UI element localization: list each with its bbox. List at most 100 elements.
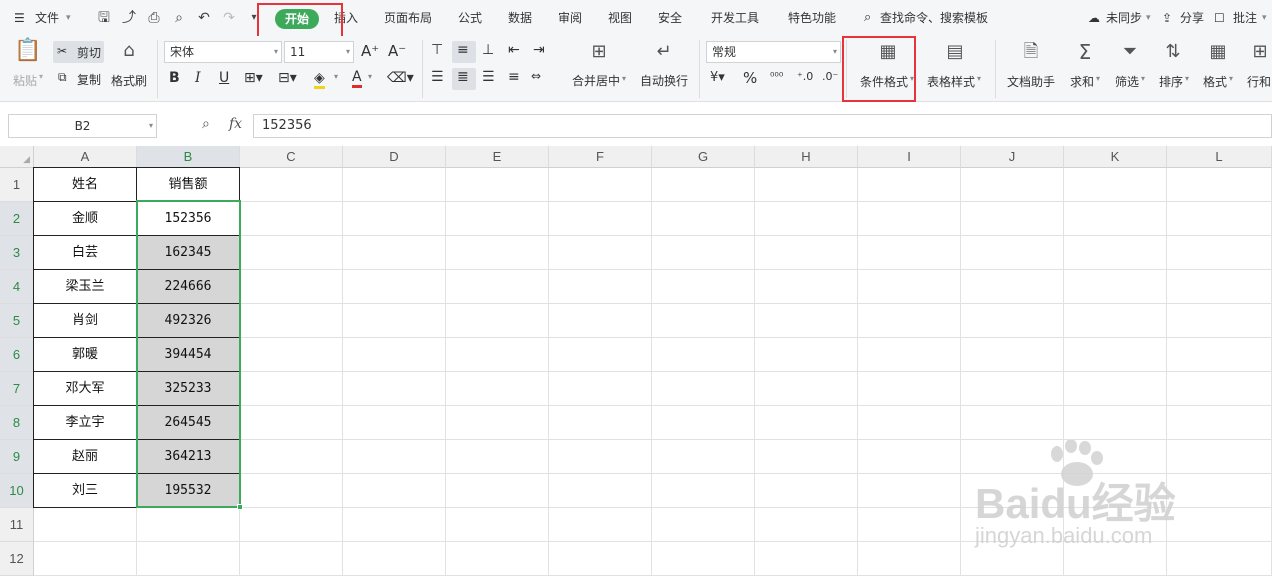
cell-e1[interactable] bbox=[446, 168, 549, 202]
cell-j1[interactable] bbox=[961, 168, 1064, 202]
column-header-a[interactable]: A bbox=[34, 146, 137, 168]
cell-k8[interactable] bbox=[1064, 406, 1167, 440]
share-button[interactable]: 分享 bbox=[1180, 0, 1204, 36]
cell-i12[interactable] bbox=[858, 542, 961, 576]
tab-formulas[interactable]: 公式 bbox=[458, 0, 482, 36]
chevron-down-icon[interactable]: ▾ bbox=[977, 74, 981, 83]
borders-icon[interactable]: ⊞▾ bbox=[244, 70, 263, 86]
chevron-down-icon[interactable]: ▾ bbox=[334, 72, 338, 81]
cell-f2[interactable] bbox=[549, 202, 652, 236]
cell-a2[interactable]: 金顺 bbox=[33, 201, 137, 236]
align-center-icon[interactable]: ≣ bbox=[457, 69, 469, 85]
font-size-select[interactable]: 11 ▾ bbox=[284, 41, 354, 63]
search-command[interactable]: 查找命令、搜索模板 bbox=[880, 0, 988, 36]
cell-e2[interactable] bbox=[446, 202, 549, 236]
copy-icon[interactable]: ⧉ bbox=[58, 70, 67, 85]
cell-f9[interactable] bbox=[549, 440, 652, 474]
cell-a9[interactable]: 赵丽 bbox=[33, 439, 137, 474]
cell-k7[interactable] bbox=[1064, 372, 1167, 406]
merge-center-button[interactable]: 合并居中 bbox=[572, 72, 620, 89]
paste-icon[interactable]: 📋 bbox=[14, 40, 42, 62]
cell-h11[interactable] bbox=[755, 508, 858, 542]
fill-handle[interactable] bbox=[237, 504, 243, 510]
sync-status[interactable]: 未同步 bbox=[1106, 0, 1142, 36]
italic-icon[interactable]: I bbox=[195, 70, 201, 86]
cell-g2[interactable] bbox=[652, 202, 755, 236]
sum-icon[interactable]: Σ bbox=[1072, 42, 1098, 62]
menu-icon[interactable]: ☰ bbox=[14, 0, 25, 36]
row-col-button[interactable]: 行和 bbox=[1247, 73, 1271, 90]
cell-b3[interactable]: 162345 bbox=[136, 235, 240, 270]
cell-g1[interactable] bbox=[652, 168, 755, 202]
currency-icon[interactable]: ¥▾ bbox=[710, 70, 725, 85]
cell-a1[interactable]: 姓名 bbox=[33, 167, 137, 202]
cell-i8[interactable] bbox=[858, 406, 961, 440]
cell-h5[interactable] bbox=[755, 304, 858, 338]
sort-icon[interactable]: ⇅ bbox=[1160, 43, 1186, 61]
tab-page-layout[interactable]: 页面布局 bbox=[384, 0, 432, 36]
doc-helper-icon[interactable]: 🗎 bbox=[1018, 43, 1044, 61]
merge-cells-icon[interactable]: ⊞ bbox=[586, 43, 612, 61]
justify-icon[interactable]: ≡ bbox=[508, 69, 520, 85]
cell-i6[interactable] bbox=[858, 338, 961, 372]
cell-i10[interactable] bbox=[858, 474, 961, 508]
thousands-icon[interactable]: ⁰⁰⁰ bbox=[770, 70, 783, 83]
sort-button[interactable]: 排序 bbox=[1159, 73, 1183, 90]
redo-icon[interactable]: ↷ bbox=[221, 10, 237, 26]
row-header-9[interactable]: 9 bbox=[0, 440, 34, 474]
copy-button[interactable]: 复制 bbox=[77, 71, 101, 88]
select-all-corner[interactable]: ◢ bbox=[0, 146, 34, 168]
cell-i5[interactable] bbox=[858, 304, 961, 338]
increase-font-icon[interactable]: A⁺ bbox=[361, 42, 379, 60]
cell-d1[interactable] bbox=[343, 168, 446, 202]
cell-l3[interactable] bbox=[1167, 236, 1272, 270]
undo-icon[interactable]: ↶ bbox=[196, 10, 212, 26]
cell-f4[interactable] bbox=[549, 270, 652, 304]
cell-c4[interactable] bbox=[240, 270, 343, 304]
doc-helper-button[interactable]: 文档助手 bbox=[1007, 73, 1055, 90]
column-header-c[interactable]: C bbox=[240, 146, 343, 168]
clear-format-icon[interactable]: ⌫▾ bbox=[387, 70, 414, 86]
cell-j2[interactable] bbox=[961, 202, 1064, 236]
table-style-button[interactable]: 表格样式 bbox=[927, 73, 975, 90]
cell-e11[interactable] bbox=[446, 508, 549, 542]
column-header-e[interactable]: E bbox=[446, 146, 549, 168]
align-bottom-icon[interactable]: ⊥ bbox=[482, 42, 494, 58]
cell-j7[interactable] bbox=[961, 372, 1064, 406]
cell-b12[interactable] bbox=[137, 542, 240, 576]
row-header-5[interactable]: 5 bbox=[0, 304, 34, 338]
column-header-h[interactable]: H bbox=[755, 146, 858, 168]
row-header-2[interactable]: 2 bbox=[0, 202, 34, 236]
cell-a5[interactable]: 肖剑 bbox=[33, 303, 137, 338]
cell-g12[interactable] bbox=[652, 542, 755, 576]
cell-d10[interactable] bbox=[343, 474, 446, 508]
format-button[interactable]: 格式 bbox=[1203, 73, 1227, 90]
cell-f11[interactable] bbox=[549, 508, 652, 542]
number-format-select[interactable]: 常规 ▾ bbox=[706, 41, 841, 63]
save-icon[interactable]: 🖫 bbox=[96, 10, 112, 26]
cell-j4[interactable] bbox=[961, 270, 1064, 304]
cell-h9[interactable] bbox=[755, 440, 858, 474]
cell-e9[interactable] bbox=[446, 440, 549, 474]
cell-e5[interactable] bbox=[446, 304, 549, 338]
cell-a12[interactable] bbox=[34, 542, 137, 576]
cell-e7[interactable] bbox=[446, 372, 549, 406]
cell-d12[interactable] bbox=[343, 542, 446, 576]
cell-h10[interactable] bbox=[755, 474, 858, 508]
filter-icon[interactable]: ⏷ bbox=[1117, 43, 1143, 61]
cell-a4[interactable]: 梁玉兰 bbox=[33, 269, 137, 304]
cell-h3[interactable] bbox=[755, 236, 858, 270]
tab-data[interactable]: 数据 bbox=[508, 0, 532, 36]
chevron-down-icon[interactable]: ▾ bbox=[1146, 0, 1151, 36]
cell-g9[interactable] bbox=[652, 440, 755, 474]
cell-h12[interactable] bbox=[755, 542, 858, 576]
cell-i1[interactable] bbox=[858, 168, 961, 202]
tab-developer[interactable]: 开发工具 bbox=[711, 0, 759, 36]
row-header-3[interactable]: 3 bbox=[0, 236, 34, 270]
cell-l5[interactable] bbox=[1167, 304, 1272, 338]
cell-c9[interactable] bbox=[240, 440, 343, 474]
row-header-1[interactable]: 1 bbox=[0, 168, 34, 202]
cell-l4[interactable] bbox=[1167, 270, 1272, 304]
cell-a8[interactable]: 李立宇 bbox=[33, 405, 137, 440]
align-left-icon[interactable]: ☰ bbox=[431, 69, 444, 85]
